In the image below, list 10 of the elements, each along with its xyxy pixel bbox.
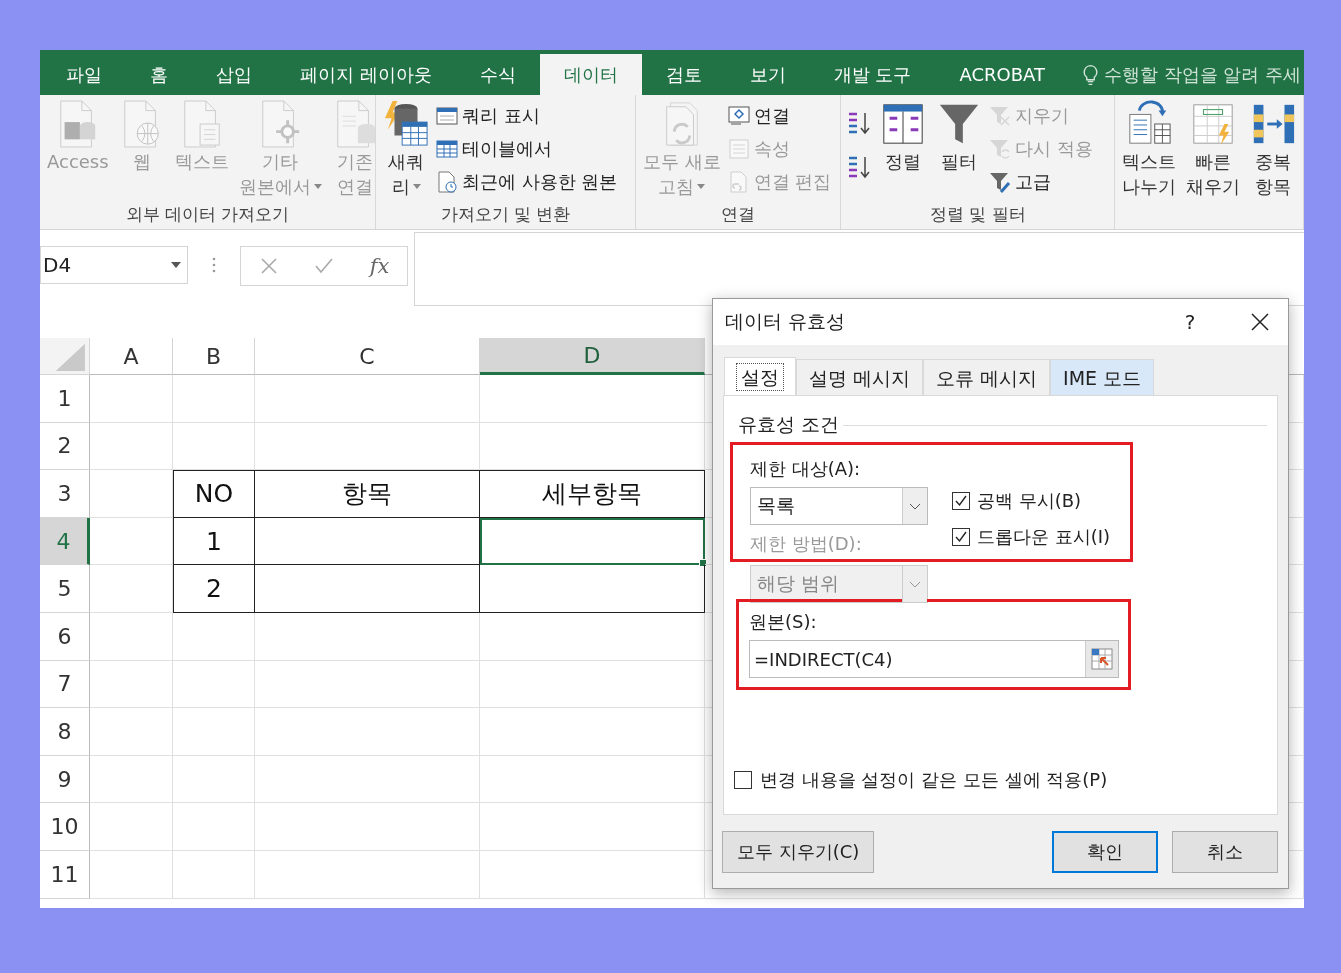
ribbon-group-label: 외부 데이터 가져오기 xyxy=(124,203,291,226)
field-label: 제한 방법(D): xyxy=(750,532,863,556)
dialog-title: 데이터 유효성 xyxy=(725,309,847,334)
field-label: 제한 대상(A): xyxy=(750,457,862,481)
tell-me-placeholder: 수행할 작업을 알려 주세 xyxy=(1103,62,1302,87)
ribbon-group-label: 가져오기 및 변환 xyxy=(439,203,572,226)
group-label: 유효성 조건 xyxy=(738,412,840,437)
ribbon-group-label: 정렬 및 필터 xyxy=(928,203,1027,226)
ribbon-group-label: 연결 xyxy=(720,203,757,226)
field-label: 원본(S): xyxy=(749,610,817,634)
